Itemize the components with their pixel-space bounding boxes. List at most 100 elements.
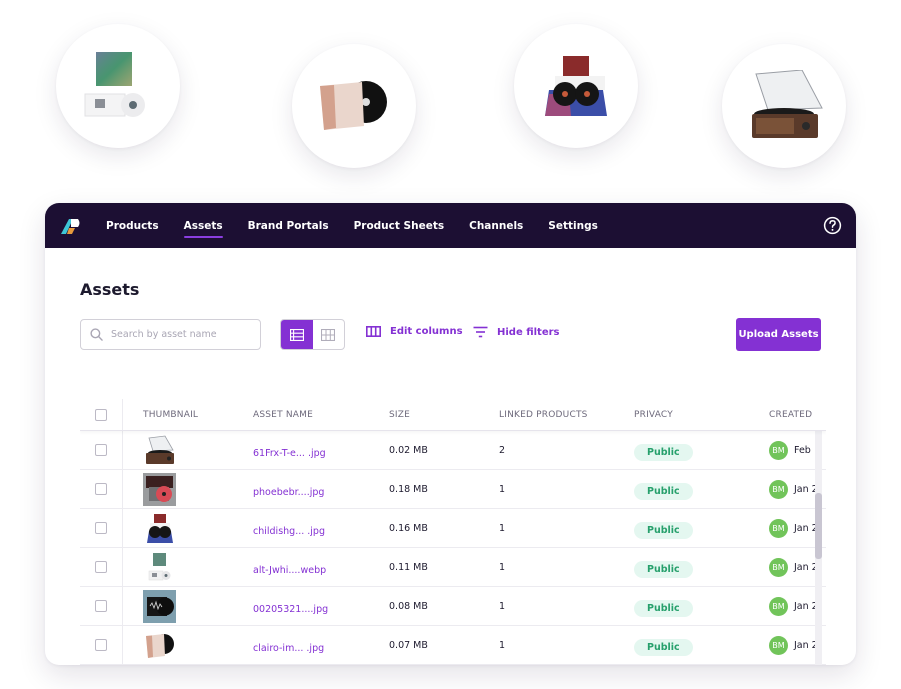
app-window: Products Assets Brand Portals Product Sh… [45, 203, 856, 665]
avatar: BM [769, 479, 788, 499]
privacy-badge: Public [634, 599, 693, 617]
top-navigation: Products Assets Brand Portals Product Sh… [45, 203, 856, 248]
row-check-cell [80, 470, 123, 508]
avatar: BM [769, 518, 788, 538]
table-scrollbar[interactable] [815, 431, 822, 665]
column-header-thumbnail[interactable]: THUMBNAIL [123, 410, 253, 420]
phoebe-vinyl-thumbnail[interactable] [143, 472, 176, 506]
row-check-cell [80, 587, 123, 625]
table-header: THUMBNAIL ASSET NAME SIZE LINKED PRODUCT… [80, 399, 826, 431]
thumbnail-cell [123, 472, 253, 506]
size-cell: 0.16 MB [389, 522, 428, 534]
arctic-vinyl-thumbnail[interactable] [143, 589, 176, 623]
row-check-cell [80, 626, 123, 664]
table-row[interactable]: clairo-im... .jpg 0.07 MB 1 Public BM Jan… [80, 626, 826, 665]
asset-name-link[interactable]: 61Frx-T-e... .jpg [253, 448, 326, 459]
row-checkbox[interactable] [95, 522, 107, 534]
clairo-thumbnail[interactable] [143, 629, 176, 662]
product-bubble-record-player [722, 44, 846, 168]
thumbnail-cell [123, 551, 253, 584]
privacy-badge: Public [634, 560, 693, 578]
edit-columns-label: Edit columns [390, 326, 463, 337]
size-cell: 0.11 MB [389, 561, 428, 573]
row-checkbox[interactable] [95, 444, 107, 456]
thumbnail-cell [123, 512, 253, 545]
table-row[interactable]: phoebebr....jpg 0.18 MB 1 Public BM Jan 2 [80, 470, 826, 509]
avatar: BM [769, 635, 788, 655]
search-box[interactable] [80, 319, 261, 350]
grid-view-button[interactable] [313, 320, 345, 349]
row-checkbox[interactable] [95, 600, 107, 612]
nav-brand-portals[interactable]: Brand Portals [248, 203, 329, 248]
product-bubble-childish-gambino [514, 24, 638, 148]
columns-icon [366, 326, 381, 337]
brand-logo-icon[interactable] [60, 216, 82, 236]
asset-name-link[interactable]: phoebebr....jpg [253, 487, 324, 498]
nav-settings[interactable]: Settings [548, 203, 598, 248]
table-row[interactable]: alt-Jwhi....webp 0.11 MB 1 Public BM Jan … [80, 548, 826, 587]
grid-view-icon [321, 328, 336, 341]
nav-assets[interactable]: Assets [183, 203, 223, 248]
linked-products-cell: 1 [499, 600, 506, 612]
linked-products-cell: 2 [499, 444, 506, 456]
avatar: BM [769, 596, 788, 616]
search-icon [90, 328, 103, 341]
product-bubble-alt-j [56, 24, 180, 148]
row-checkbox[interactable] [95, 639, 107, 651]
alt-j-vinyl-image [84, 52, 145, 117]
childish-gambino-thumbnail[interactable] [143, 512, 176, 545]
linked-products-cell: 1 [499, 483, 506, 495]
privacy-badge: Public [634, 638, 693, 656]
row-checkbox[interactable] [95, 483, 107, 495]
filter-icon [473, 326, 488, 338]
upload-assets-button[interactable]: Upload Assets [736, 318, 821, 351]
thumbnail-cell [123, 629, 253, 662]
column-header-linked-products[interactable]: LINKED PRODUCTS [499, 410, 634, 420]
table-row[interactable]: 61Frx-T-e... .jpg 0.02 MB 2 Public BM Feb [80, 431, 826, 470]
column-header-privacy[interactable]: PRIVACY [634, 410, 769, 420]
column-header-size[interactable]: SIZE [389, 410, 499, 420]
assets-table: THUMBNAIL ASSET NAME SIZE LINKED PRODUCT… [80, 399, 826, 665]
row-check-cell [80, 509, 123, 547]
search-input[interactable] [111, 329, 251, 340]
linked-products-cell: 1 [499, 639, 506, 651]
asset-name-link[interactable]: clairo-im... .jpg [253, 643, 324, 654]
edit-columns-button[interactable]: Edit columns [366, 326, 463, 337]
scrollbar-thumb[interactable] [815, 493, 822, 559]
hide-filters-button[interactable]: Hide filters [473, 326, 560, 338]
size-cell: 0.02 MB [389, 444, 428, 456]
size-cell: 0.08 MB [389, 600, 428, 612]
hide-filters-label: Hide filters [497, 326, 560, 338]
list-view-icon [289, 328, 304, 341]
alt-j-thumbnail[interactable] [143, 551, 176, 584]
nav-channels[interactable]: Channels [469, 203, 523, 248]
view-toggle [280, 319, 345, 350]
column-header-created[interactable]: CREATED [769, 410, 826, 420]
avatar: BM [769, 440, 788, 460]
row-checkbox[interactable] [95, 561, 107, 573]
nav-product-sheets[interactable]: Product Sheets [354, 203, 445, 248]
row-check-cell [80, 548, 123, 586]
header-check-cell [80, 399, 123, 430]
linked-products-cell: 1 [499, 561, 506, 573]
product-bubble-clairo [292, 44, 416, 168]
created-date: Feb [794, 444, 811, 456]
nav-products[interactable]: Products [106, 203, 159, 248]
asset-name-link[interactable]: alt-Jwhi....webp [253, 565, 326, 576]
childish-gambino-vinyl-image [545, 56, 607, 116]
thumbnail-cell [123, 434, 253, 467]
size-cell: 0.07 MB [389, 639, 428, 651]
help-question-icon[interactable] [823, 216, 842, 235]
select-all-checkbox[interactable] [95, 408, 107, 421]
list-view-button[interactable] [281, 320, 313, 349]
record-player-image [752, 70, 823, 138]
privacy-badge: Public [634, 482, 693, 500]
record-player-thumbnail[interactable] [143, 434, 176, 467]
size-cell: 0.18 MB [389, 483, 428, 495]
privacy-badge: Public [634, 521, 693, 539]
column-header-asset-name[interactable]: ASSET NAME [253, 410, 389, 420]
asset-name-link[interactable]: 00205321....jpg [253, 604, 328, 615]
table-row[interactable]: childishg... .jpg 0.16 MB 1 Public BM Jan… [80, 509, 826, 548]
asset-name-link[interactable]: childishg... .jpg [253, 526, 325, 537]
table-row[interactable]: 00205321....jpg 0.08 MB 1 Public BM Jan 2 [80, 587, 826, 626]
